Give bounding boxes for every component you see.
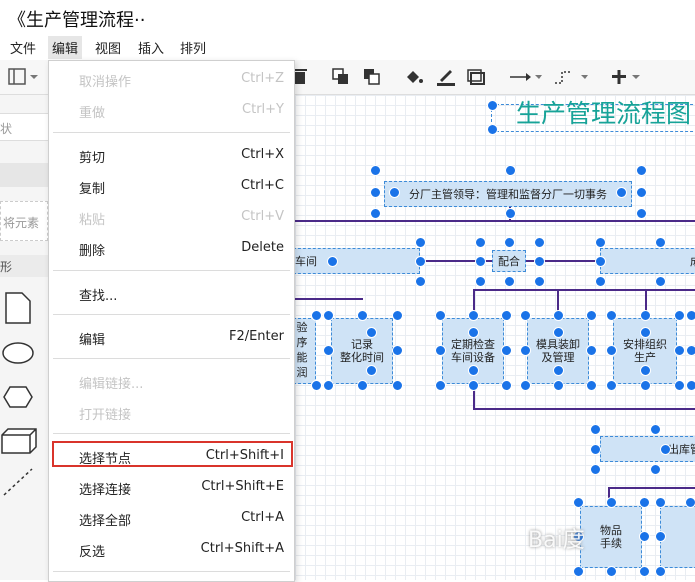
menu-item-shortcut: Ctrl+Shift+A — [200, 541, 284, 556]
sidebar-drop-area[interactable]: 将元素 — [0, 201, 48, 241]
sidebar-section-bar — [0, 163, 48, 187]
menu-item-shortcut: Ctrl+A — [241, 510, 284, 525]
menu-item-open-link[interactable]: 打开链接 — [49, 400, 294, 424]
menu-separator — [53, 433, 290, 434]
menu-separator — [53, 132, 290, 133]
panel-layout-icon[interactable] — [8, 68, 38, 86]
ellipse-shape-icon — [2, 342, 34, 364]
menu-item-label: 编辑 — [79, 333, 106, 348]
menu-item-shortcut: Delete — [241, 240, 284, 255]
menu-separator — [53, 571, 290, 572]
menu-item-shortcut: Ctrl+X — [241, 147, 284, 162]
menu-item-invert-selection[interactable]: 反选 Ctrl+Shift+A — [49, 537, 294, 561]
menu-insert[interactable]: 插入 — [134, 36, 168, 59]
menubar: 文件 编辑 视图 插入 排列 — [0, 33, 695, 59]
line-color-icon[interactable] — [436, 68, 456, 86]
menu-item-copy[interactable]: 复制 Ctrl+C — [49, 174, 294, 198]
menu-item-shortcut: Ctrl+Y — [242, 102, 284, 117]
cube-shape-icon — [1, 428, 37, 454]
highlight-box — [52, 441, 293, 467]
menu-item-paste[interactable]: 粘贴 Ctrl+V — [49, 205, 294, 229]
to-back-icon[interactable] — [363, 68, 381, 86]
fill-color-icon[interactable] — [404, 68, 424, 86]
menu-item-shortcut: F2/Enter — [228, 329, 284, 344]
menu-arrange[interactable]: 排列 — [176, 36, 210, 59]
document-shape-icon — [5, 292, 31, 324]
menu-separator — [53, 314, 290, 315]
window-title: 《生产管理流程·· — [8, 10, 146, 31]
shape-sidebar: 状 将元素 形 — [0, 95, 49, 580]
menu-item-shortcut: Ctrl+Z — [241, 71, 284, 86]
menu-item-select-all[interactable]: 选择全部 Ctrl+A — [49, 506, 294, 530]
menu-item-label: 剪切 — [79, 151, 106, 166]
sidebar-category-header[interactable]: 形 — [0, 255, 48, 277]
menu-file[interactable]: 文件 — [6, 36, 40, 59]
menu-item-label: 复制 — [79, 182, 106, 197]
menu-item-label: 反选 — [79, 545, 106, 560]
to-front-icon[interactable] — [332, 68, 350, 86]
dashed-line-shape-icon — [3, 468, 33, 496]
sidebar-drop-label: 将元素 — [3, 216, 40, 230]
menu-item-label: 打开链接 — [79, 408, 132, 423]
menu-item-cut[interactable]: 剪切 Ctrl+X — [49, 143, 294, 167]
diagram-canvas[interactable] — [295, 95, 695, 580]
menu-item-label: 取消操作 — [79, 75, 132, 90]
menu-item-edit[interactable]: 编辑 F2/Enter — [49, 325, 294, 349]
menu-edit[interactable]: 编辑 — [48, 36, 83, 59]
menu-view[interactable]: 视图 — [91, 36, 125, 59]
menu-item-redo[interactable]: 重做 Ctrl+Y — [49, 98, 294, 122]
menu-item-label: 选择全部 — [79, 514, 132, 529]
menu-item-shortcut: Ctrl+V — [241, 209, 284, 224]
menu-item-select-edges[interactable]: 选择连接 Ctrl+Shift+E — [49, 475, 294, 499]
hexagon-shape-icon — [3, 386, 33, 408]
menu-item-find[interactable]: 查找... — [49, 281, 294, 305]
menu-separator — [53, 270, 290, 271]
menu-item-label: 查找... — [79, 289, 118, 304]
menu-separator — [53, 358, 290, 359]
menu-item-label: 粘贴 — [79, 213, 106, 228]
shadow-icon[interactable] — [467, 68, 485, 86]
insert-plus-icon[interactable] — [610, 68, 644, 86]
menu-item-label: 选择连接 — [79, 483, 132, 498]
menu-item-edit-link[interactable]: 编辑链接... — [49, 369, 294, 393]
sidebar-search-field[interactable]: 状 — [0, 113, 48, 141]
sidebar-search-label: 状 — [0, 122, 13, 136]
menu-item-undo[interactable]: 取消操作 Ctrl+Z — [49, 67, 294, 91]
menu-item-label: 编辑链接... — [79, 377, 144, 392]
menu-item-shortcut: Ctrl+Shift+E — [201, 479, 284, 494]
menu-item-delete[interactable]: 删除 Delete — [49, 236, 294, 260]
waypoint-style-icon[interactable] — [552, 68, 588, 86]
connection-style-icon[interactable] — [508, 68, 542, 86]
menu-item-label: 重做 — [79, 106, 106, 121]
menu-item-label: 删除 — [79, 244, 106, 259]
edit-menu-dropdown: 取消操作 Ctrl+Z 重做 Ctrl+Y 剪切 Ctrl+X 复制 Ctrl+… — [48, 60, 295, 582]
watermark-logo: Bai度 — [528, 528, 585, 553]
menu-item-shortcut: Ctrl+C — [240, 178, 284, 193]
sidebar-category-label: 形 — [0, 260, 13, 274]
shape-palette — [1, 292, 37, 496]
